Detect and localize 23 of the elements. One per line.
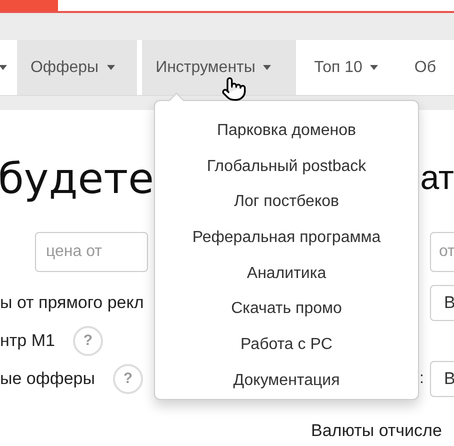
nav-item[interactable]: Инструменты: [142, 40, 296, 95]
menu-item[interactable]: Аналитика: [234, 256, 338, 292]
menu-item[interactable]: Реферальная программа: [180, 220, 393, 256]
menu-item[interactable]: Скачать промо: [219, 291, 354, 328]
menu-item[interactable]: Работа с PC: [228, 327, 344, 363]
page-heading: ат: [420, 158, 454, 198]
caret-icon: [263, 65, 272, 70]
filter-label: ые офферы: [0, 368, 95, 390]
caret-icon: [370, 65, 378, 70]
logo-block: [0, 0, 58, 11]
caret-icon: [0, 65, 7, 70]
caret-icon: [106, 65, 115, 70]
menu-item[interactable]: Парковка доменов: [205, 113, 368, 149]
currency-label: Валюты отчисле: [311, 420, 443, 442]
menu-item[interactable]: Документация: [221, 362, 352, 398]
page-heading: будете: [0, 152, 154, 204]
price-field[interactable]: цена от: [35, 232, 148, 272]
colon-mark: :: [420, 369, 424, 389]
nav-item[interactable]: Офферы: [17, 40, 137, 95]
menu-item[interactable]: Лог постбеков: [222, 184, 352, 220]
menu-item[interactable]: Глобальный postback: [194, 148, 378, 184]
filter-label: ы от прямого рекл: [0, 292, 144, 314]
filter-label: нтр M1: [0, 330, 55, 352]
